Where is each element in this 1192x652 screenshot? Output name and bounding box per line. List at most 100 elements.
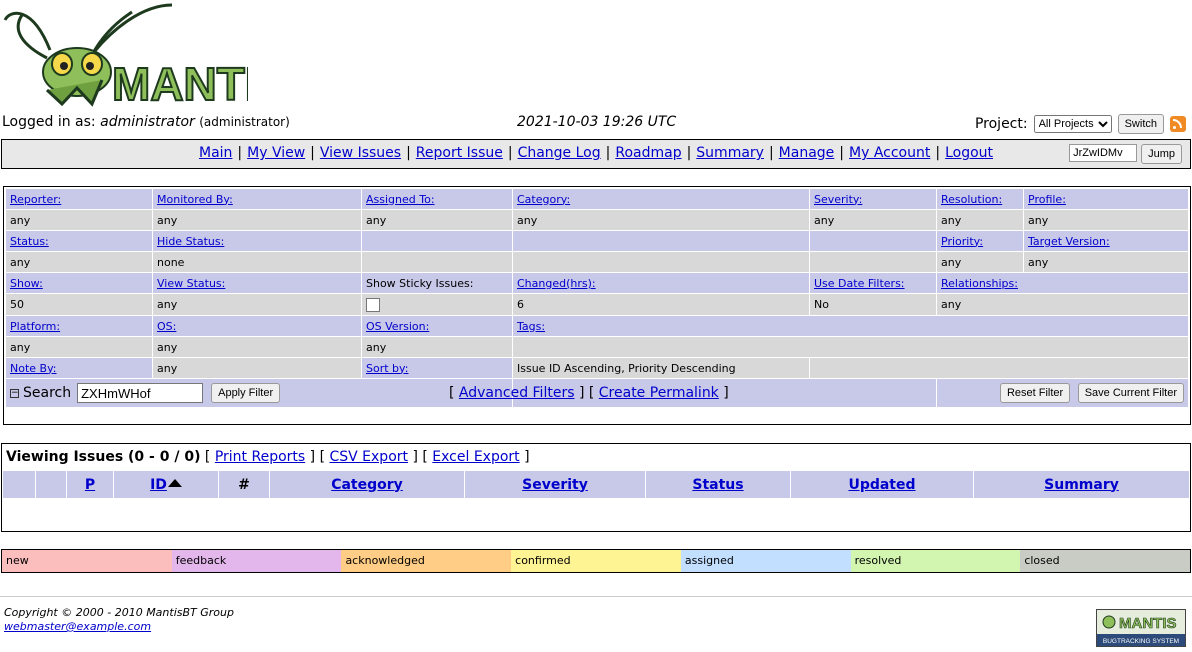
- col-category[interactable]: Category: [331, 477, 403, 493]
- filter-date-filters-link[interactable]: Use Date Filters:: [814, 277, 905, 290]
- menu-main[interactable]: Main: [199, 145, 232, 161]
- col-severity[interactable]: Severity: [522, 477, 588, 493]
- filter-status-link[interactable]: Status:: [10, 235, 49, 248]
- jump-input[interactable]: [1069, 144, 1138, 162]
- logo-text: MANTIS: [112, 58, 248, 108]
- apply-filter-button[interactable]: Apply Filter: [211, 383, 281, 403]
- webmaster-email-link[interactable]: webmaster@example.com: [4, 620, 151, 633]
- filter-relationships-link[interactable]: Relationships:: [941, 277, 1018, 290]
- filter-sort-by-value: Issue ID Ascending, Priority Descending: [513, 358, 809, 378]
- filter-os-version-link[interactable]: OS Version:: [366, 320, 429, 333]
- filter-status-value: any: [6, 252, 152, 272]
- badge-subtitle: BUGTRACKING SYSTEM: [1103, 638, 1179, 645]
- filter-show-value: 50: [6, 294, 152, 315]
- search-label: Search: [23, 385, 72, 401]
- filter-view-status-value: any: [153, 294, 361, 315]
- issues-table: P ID # Category Severity Status Updated …: [2, 470, 1190, 499]
- filter-changed-link[interactable]: Changed(hrs):: [517, 277, 596, 290]
- menu-report-issue[interactable]: Report Issue: [416, 145, 503, 161]
- filter-target-version-link[interactable]: Target Version:: [1028, 235, 1110, 248]
- print-reports-link[interactable]: Print Reports: [215, 449, 305, 465]
- filter-severity-value: any: [810, 210, 936, 230]
- badge-title: MANTIS: [1119, 615, 1177, 632]
- filter-changed-value: 6: [513, 294, 809, 315]
- filter-assigned-link[interactable]: Assigned To:: [366, 193, 435, 206]
- advanced-filters-link[interactable]: Advanced Filters: [459, 385, 575, 401]
- filter-monitored-link[interactable]: Monitored By:: [157, 193, 233, 206]
- menu-manage[interactable]: Manage: [779, 145, 835, 161]
- filter-reporter-link[interactable]: Reporter:: [10, 193, 61, 206]
- login-bar: Logged in as: administrator (administrat…: [2, 114, 1190, 134]
- login-info: Logged in as: administrator (administrat…: [2, 114, 290, 130]
- mantis-logo[interactable]: MANTIS: [2, 0, 289, 111]
- filter-note-by-link[interactable]: Note By:: [10, 362, 57, 375]
- filter-relationships-value: any: [937, 294, 1188, 315]
- mantis-badge[interactable]: MANTIS BUGTRACKING SYSTEM: [1096, 609, 1186, 647]
- login-username: administrator: [100, 114, 195, 130]
- col-summary[interactable]: Summary: [1044, 477, 1119, 493]
- filter-priority-link[interactable]: Priority:: [941, 235, 983, 248]
- filter-resolution-link[interactable]: Resolution:: [941, 193, 1002, 206]
- issues-header-row: P ID # Category Severity Status Updated …: [3, 471, 1189, 498]
- issues-header: Viewing Issues (0 - 0 / 0) [ Print Repor…: [6, 449, 530, 465]
- server-datetime: 2021-10-03 19:26 UTC: [517, 114, 677, 130]
- filter-category-link[interactable]: Category:: [517, 193, 570, 206]
- col-notes-count: #: [219, 471, 269, 498]
- filter-os-value: any: [153, 337, 361, 357]
- filter-priority-value: any: [937, 252, 1023, 272]
- menu-logout[interactable]: Logout: [945, 145, 993, 161]
- filter-sort-by-link[interactable]: Sort by:: [366, 362, 408, 375]
- filter-monitored-value: any: [153, 210, 361, 230]
- filter-note-by-value: any: [153, 358, 361, 378]
- rss-icon[interactable]: [1170, 116, 1186, 132]
- col-updated[interactable]: Updated: [848, 477, 915, 493]
- menu-summary[interactable]: Summary: [696, 145, 764, 161]
- legend-assigned: assigned: [680, 550, 851, 572]
- col-status[interactable]: Status: [692, 477, 743, 493]
- menu-change-log[interactable]: Change Log: [518, 145, 601, 161]
- project-select[interactable]: All Projects: [1033, 115, 1112, 133]
- menu-view-issues[interactable]: View Issues: [320, 145, 401, 161]
- sort-asc-icon: [167, 478, 182, 487]
- filter-reporter-value: any: [6, 210, 152, 230]
- menu-my-view[interactable]: My View: [247, 145, 305, 161]
- csv-export-link[interactable]: CSV Export: [329, 449, 408, 465]
- switch-button[interactable]: Switch: [1117, 114, 1164, 134]
- legend-confirmed: confirmed: [511, 550, 681, 572]
- filter-platform-value: any: [6, 337, 152, 357]
- legend-new: new: [2, 550, 172, 572]
- menu-my-account[interactable]: My Account: [849, 145, 930, 161]
- search-input[interactable]: [77, 383, 204, 403]
- jump-form: Jump: [1069, 144, 1182, 164]
- legend-closed: closed: [1020, 550, 1191, 572]
- filter-os-version-value: any: [362, 337, 512, 357]
- col-id[interactable]: ID: [150, 477, 167, 493]
- menu-links: Main | My View | View Issues | Report Issue | Ch…: [198, 145, 994, 161]
- col-priority[interactable]: P: [85, 477, 95, 493]
- reset-filter-button[interactable]: Reset Filter: [999, 383, 1071, 403]
- filter-show-link[interactable]: Show:: [10, 277, 43, 290]
- issues-title: Viewing Issues (0 - 0 / 0): [6, 449, 201, 465]
- filter-tags-link[interactable]: Tags:: [517, 320, 545, 333]
- col-edit: [36, 471, 66, 498]
- legend-acknowledged: acknowledged: [341, 550, 512, 572]
- legend-resolved: resolved: [850, 550, 1021, 572]
- excel-export-link[interactable]: Excel Export: [432, 449, 519, 465]
- create-permalink-link[interactable]: Create Permalink: [599, 385, 719, 401]
- col-select: [3, 471, 35, 498]
- menu-roadmap[interactable]: Roadmap: [615, 145, 681, 161]
- filter-resolution-value: any: [937, 210, 1023, 230]
- filter-date-filters-value: No: [810, 294, 936, 315]
- save-filter-button[interactable]: Save Current Filter: [1077, 383, 1184, 403]
- filter-hide-status-link[interactable]: Hide Status:: [157, 235, 224, 248]
- collapse-icon[interactable]: −: [10, 388, 19, 398]
- sticky-checkbox[interactable]: [366, 298, 380, 312]
- filter-panel: Reporter: Monitored By: Assigned To: Cat…: [3, 186, 1191, 425]
- filter-profile-link[interactable]: Profile:: [1028, 193, 1066, 206]
- filter-os-link[interactable]: OS:: [157, 320, 176, 333]
- jump-button[interactable]: Jump: [1141, 144, 1182, 164]
- filter-sticky-label: Show Sticky Issues:: [362, 273, 512, 293]
- filter-severity-link[interactable]: Severity:: [814, 193, 862, 206]
- filter-view-status-link[interactable]: View Status:: [157, 277, 225, 290]
- filter-platform-link[interactable]: Platform:: [10, 320, 60, 333]
